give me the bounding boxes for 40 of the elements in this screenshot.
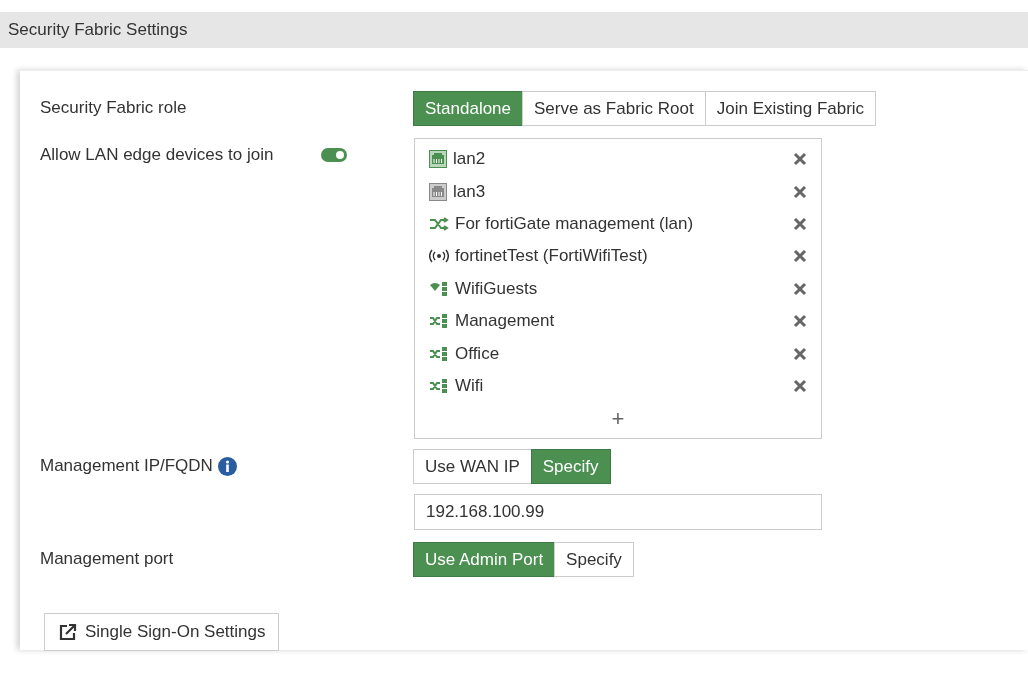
option-button[interactable]: Use Admin Port [413, 542, 556, 578]
ip-input-field[interactable]: 192.168.100.99 [414, 494, 822, 531]
remove-icon[interactable] [793, 216, 807, 231]
remove-icon[interactable] [793, 249, 807, 264]
wifi-network-icon [429, 280, 449, 297]
info-icon[interactable] [217, 456, 237, 476]
shuffle-icon [429, 216, 449, 231]
interface-name: For fortiGate management (lan) [455, 213, 695, 234]
sso-settings-button[interactable]: Single Sign-On Settings [44, 613, 279, 652]
broadcast-icon [429, 249, 449, 264]
option-button[interactable]: Join Existing Fabric [704, 91, 877, 126]
field-label: Allow LAN edge devices to join [40, 145, 274, 165]
remove-icon[interactable] [793, 346, 807, 361]
network-icon [429, 313, 449, 330]
toggle-switch[interactable] [321, 148, 348, 162]
interface-name: Office [455, 343, 501, 364]
option-button[interactable]: Specify [554, 542, 634, 578]
network-icon [429, 345, 449, 362]
field-label: Management IP/FQDN [40, 456, 213, 477]
external-link-icon [59, 623, 77, 642]
interface-name: Wifi [455, 375, 485, 396]
interface-name: fortinetTest (FortiWifiTest) [455, 246, 649, 267]
interface-name: WifiGuests [455, 278, 539, 299]
add-button[interactable]: + [611, 406, 625, 433]
interface-name: lan2 [453, 149, 487, 170]
option-button[interactable]: Specify [530, 449, 611, 485]
remove-icon[interactable] [793, 281, 807, 296]
page-title: Security Fabric Settings [8, 20, 188, 40]
interface-name: Management [455, 311, 556, 332]
remove-icon[interactable] [793, 184, 807, 199]
remove-icon[interactable] [793, 314, 807, 329]
interface-name: lan3 [453, 181, 487, 202]
remove-icon[interactable] [793, 378, 807, 393]
option-button[interactable]: Serve as Fabric Root [522, 91, 706, 126]
option-button[interactable]: Use WAN IP [413, 449, 532, 485]
field-label: Security Fabric role [40, 98, 187, 118]
field-label: Management port [40, 549, 174, 570]
remove-icon[interactable] [793, 152, 807, 167]
network-icon [429, 377, 449, 394]
option-button[interactable]: Standalone [413, 91, 524, 126]
